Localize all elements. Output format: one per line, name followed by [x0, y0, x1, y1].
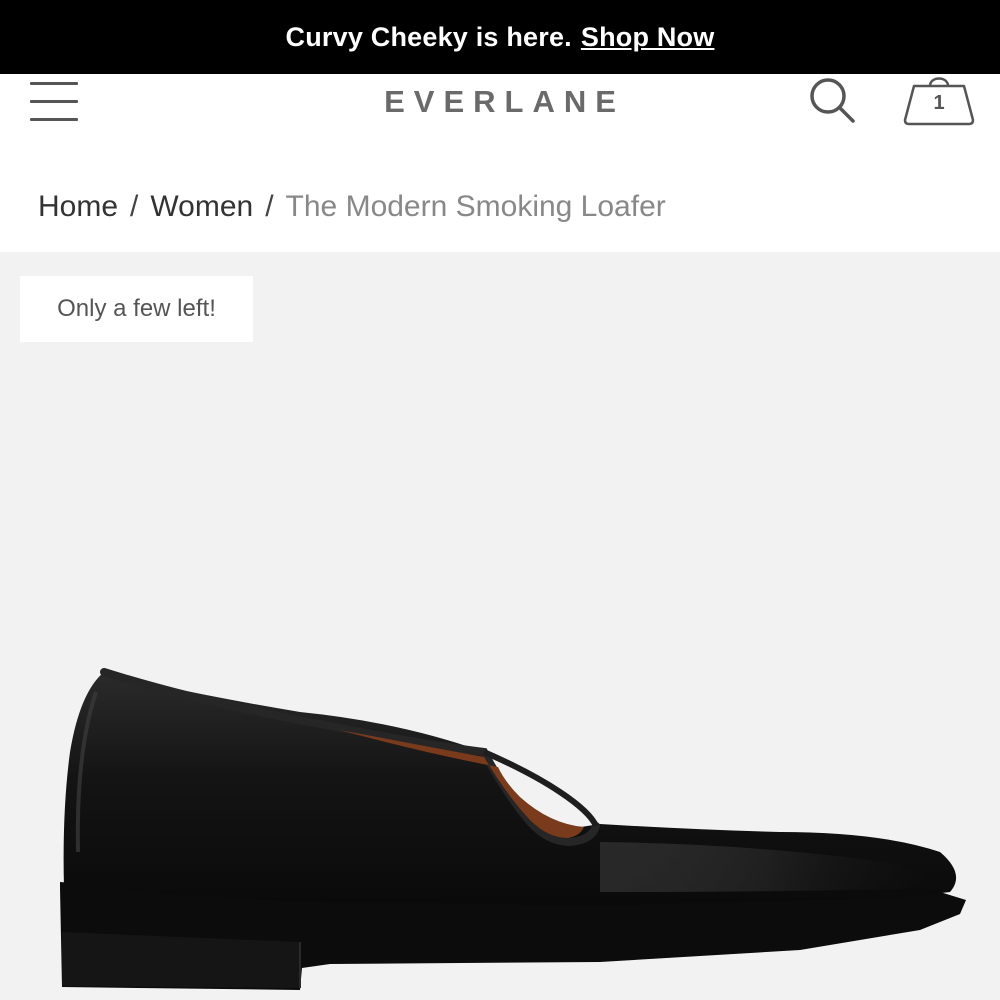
- breadcrumb: Home / Women / The Modern Smoking Loafer: [38, 190, 666, 224]
- shop-now-link[interactable]: Shop Now: [581, 22, 715, 53]
- breadcrumb-women[interactable]: Women: [150, 190, 253, 223]
- breadcrumb-separator: /: [265, 190, 274, 223]
- cart-count: 1: [933, 92, 945, 114]
- stock-badge: Only a few left!: [20, 276, 253, 342]
- product-image-area: Only a few left!: [0, 252, 1000, 1000]
- black-leather-loafer-image[interactable]: [0, 252, 1000, 1000]
- shopping-bag-icon[interactable]: 1: [900, 74, 978, 128]
- promo-banner: Curvy Cheeky is here. Shop Now: [0, 0, 1000, 74]
- breadcrumb-current: The Modern Smoking Loafer: [285, 190, 666, 223]
- site-header: EVERLANE 1: [0, 74, 1000, 158]
- promo-text: Curvy Cheeky is here.: [285, 21, 572, 52]
- breadcrumb-separator: /: [130, 190, 139, 223]
- search-icon[interactable]: [806, 74, 858, 126]
- breadcrumb-home[interactable]: Home: [38, 190, 118, 223]
